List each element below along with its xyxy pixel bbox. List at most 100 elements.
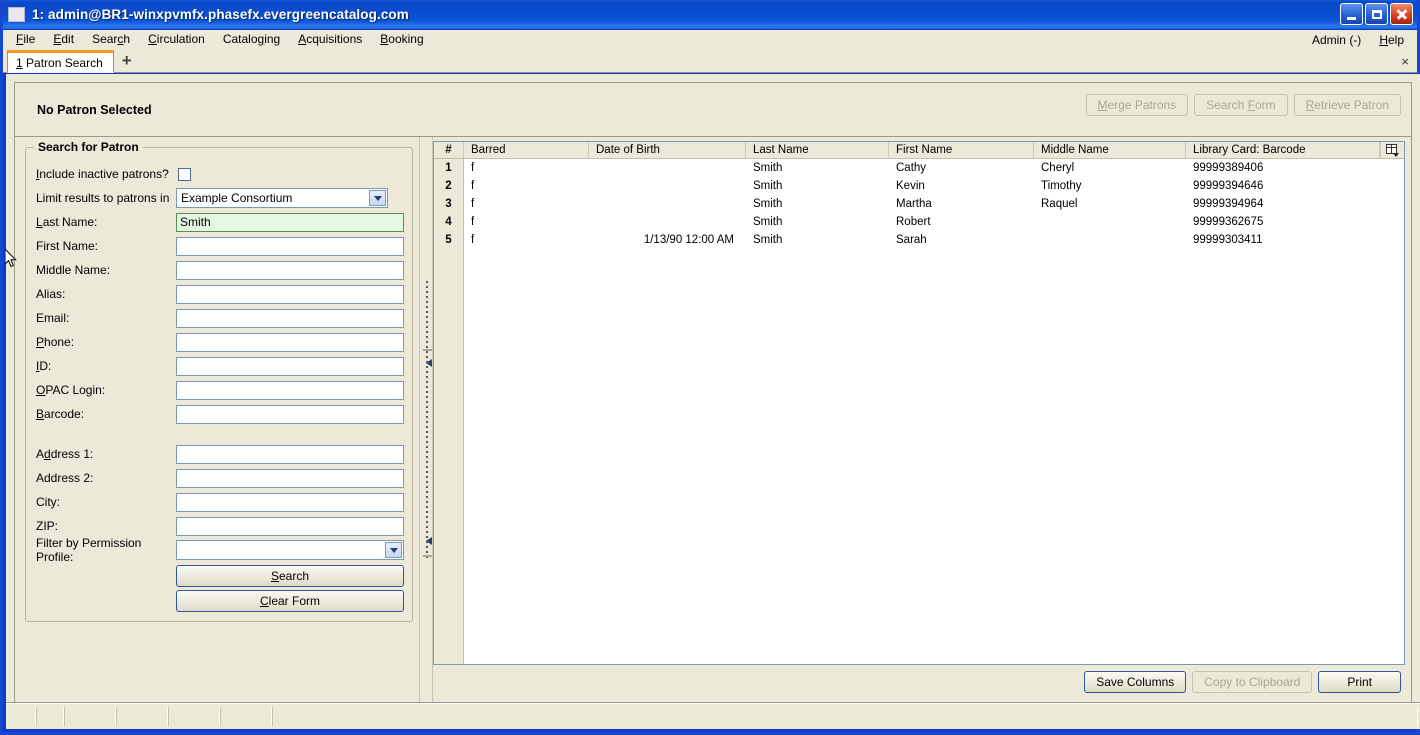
cell-library-card-barcode: 99999394964 (1193, 198, 1264, 210)
minimize-button[interactable] (1340, 3, 1363, 25)
first-name-input[interactable] (176, 236, 404, 256)
cell-date-of-birth (589, 195, 746, 213)
close-tab-icon[interactable]: × (1401, 54, 1409, 69)
column-header-library-card-barcode[interactable]: Library Card: Barcode (1186, 142, 1380, 158)
search-form-button[interactable]: Search Form (1194, 94, 1288, 116)
status-bar-cell (64, 707, 116, 726)
cell-row-number: 4 (434, 213, 464, 231)
permission-profile-select[interactable] (176, 540, 404, 560)
patron-header: No Patron Selected Merge Patrons Search … (15, 83, 1411, 137)
window-controls (1340, 3, 1413, 25)
address-1-input[interactable] (176, 444, 404, 464)
close-button[interactable] (1390, 3, 1413, 25)
row-clear-button: Clear Form (34, 587, 404, 612)
row-address-2: Address 2: (34, 466, 404, 490)
table-row[interactable]: 3 f Smith Martha Raquel 99999394964 (434, 195, 1404, 213)
address-2-input[interactable] (176, 468, 404, 488)
status-bar-cell (220, 707, 272, 726)
merge-patrons-button[interactable]: Merge Patrons (1085, 94, 1189, 116)
cell-last-name: Smith (753, 198, 783, 210)
maximize-button[interactable] (1365, 3, 1388, 25)
menu-booking[interactable]: Booking (371, 31, 432, 47)
city-input[interactable] (176, 492, 404, 512)
menu-admin[interactable]: Admin (-) (1303, 32, 1370, 48)
clear-form-button[interactable]: Clear Form (176, 590, 404, 612)
cell-barred: f (471, 216, 475, 228)
row-email: Email: (34, 306, 404, 330)
cell-barred: f (471, 180, 475, 192)
column-header-last-name[interactable]: Last Name (746, 142, 889, 158)
splitter-collapse-left-icon-2[interactable] (423, 537, 432, 544)
id-label: ID: (36, 359, 52, 373)
first-name-label: First Name: (36, 239, 99, 253)
menu-cataloging[interactable]: Cataloging (214, 31, 289, 47)
search-button[interactable]: Search (176, 565, 404, 587)
cell-first-name: Sarah (896, 234, 927, 246)
pane-splitter[interactable] (419, 137, 433, 705)
row-permission-profile: Filter by Permission Profile: (34, 536, 404, 564)
search-for-patron-group: Search for Patron Include inactive patro… (25, 140, 413, 622)
column-header-first-name[interactable]: First Name (889, 142, 1034, 158)
tab-patron-search[interactable]: 1 Patron Search (7, 50, 114, 73)
search-pane: Search for Patron Include inactive patro… (15, 137, 419, 705)
column-header-date-of-birth[interactable]: Date of Birth (589, 142, 746, 158)
cell-date-of-birth (589, 177, 746, 195)
cell-barred: f (471, 234, 475, 246)
menu-bar: File Edit Search Circulation Cataloging … (3, 30, 1417, 49)
cell-library-card-barcode: 99999394646 (1193, 180, 1264, 192)
cell-middle-name: Timothy (1041, 180, 1082, 192)
phone-input[interactable] (176, 332, 404, 352)
menu-search[interactable]: Search (83, 31, 139, 47)
limit-results-value: Example Consortium (181, 191, 293, 205)
zip-label: ZIP: (36, 519, 59, 533)
row-city: City: (34, 490, 404, 514)
tab-bar: 1 Patron Search + × (3, 49, 1417, 73)
cell-first-name: Robert (896, 216, 931, 228)
results-grid-header: # Barred Date of Birth Last Name First Name M… (434, 142, 1404, 159)
retrieve-patron-button[interactable]: Retrieve Patron (1293, 94, 1401, 116)
search-group-legend: Search for Patron (34, 140, 143, 154)
table-row[interactable]: 1 f Smith Cathy Cheryl 99999389406 (434, 159, 1404, 177)
menu-edit[interactable]: Edit (44, 31, 83, 47)
column-header-barred[interactable]: Barred (464, 142, 589, 158)
column-header-[interactable]: # (434, 142, 464, 158)
cell-last-name: Smith (753, 234, 783, 246)
id-input[interactable] (176, 356, 404, 376)
phone-label: Phone: (36, 335, 75, 349)
cell-first-name: Cathy (896, 162, 927, 174)
cell-last-name: Smith (753, 180, 783, 192)
cell-library-card-barcode: 99999389406 (1193, 162, 1264, 174)
status-bar-cell (36, 707, 64, 726)
zip-input[interactable] (176, 516, 404, 536)
menu-circulation[interactable]: Circulation (139, 31, 214, 47)
email-input[interactable] (176, 308, 404, 328)
chevron-down-icon (369, 190, 386, 206)
barcode-input[interactable] (176, 404, 404, 424)
status-bar-cell (8, 707, 36, 726)
menu-help[interactable]: Help (1370, 32, 1413, 48)
alias-input[interactable] (176, 284, 404, 304)
menu-file[interactable]: File (7, 31, 44, 47)
button-spacer (34, 562, 176, 587)
table-row[interactable]: 4 f Smith Robert 99999362675 (434, 213, 1404, 231)
save-columns-button[interactable]: Save Columns (1084, 671, 1187, 693)
row-middle-name: Middle Name: (34, 258, 404, 282)
column-picker-icon[interactable] (1380, 142, 1404, 158)
cell-date-of-birth (589, 159, 746, 177)
table-row[interactable]: 2 f Smith Kevin Timothy 99999394646 (434, 177, 1404, 195)
new-tab-button[interactable]: + (122, 52, 132, 72)
menu-acquisitions[interactable]: Acquisitions (289, 31, 371, 47)
results-pane: # Barred Date of Birth Last Name First Name M… (433, 137, 1411, 705)
opac-login-input[interactable] (176, 380, 404, 400)
limit-results-select[interactable]: Example Consortium (176, 188, 388, 208)
table-row[interactable]: 5 f 1/13/90 12:00 AM Smith Sarah 99999303411 (434, 231, 1404, 249)
column-header-middle-name[interactable]: Middle Name (1034, 142, 1186, 158)
include-inactive-checkbox[interactable] (178, 167, 191, 181)
print-button[interactable]: Print (1318, 671, 1401, 693)
copy-to-clipboard-button[interactable]: Copy to Clipboard (1192, 671, 1313, 693)
row-alias: Alias: (34, 282, 404, 306)
cell-first-name: Kevin (896, 180, 925, 192)
last-name-input[interactable] (176, 212, 404, 232)
splitter-tick (423, 555, 432, 557)
middle-name-input[interactable] (176, 260, 404, 280)
